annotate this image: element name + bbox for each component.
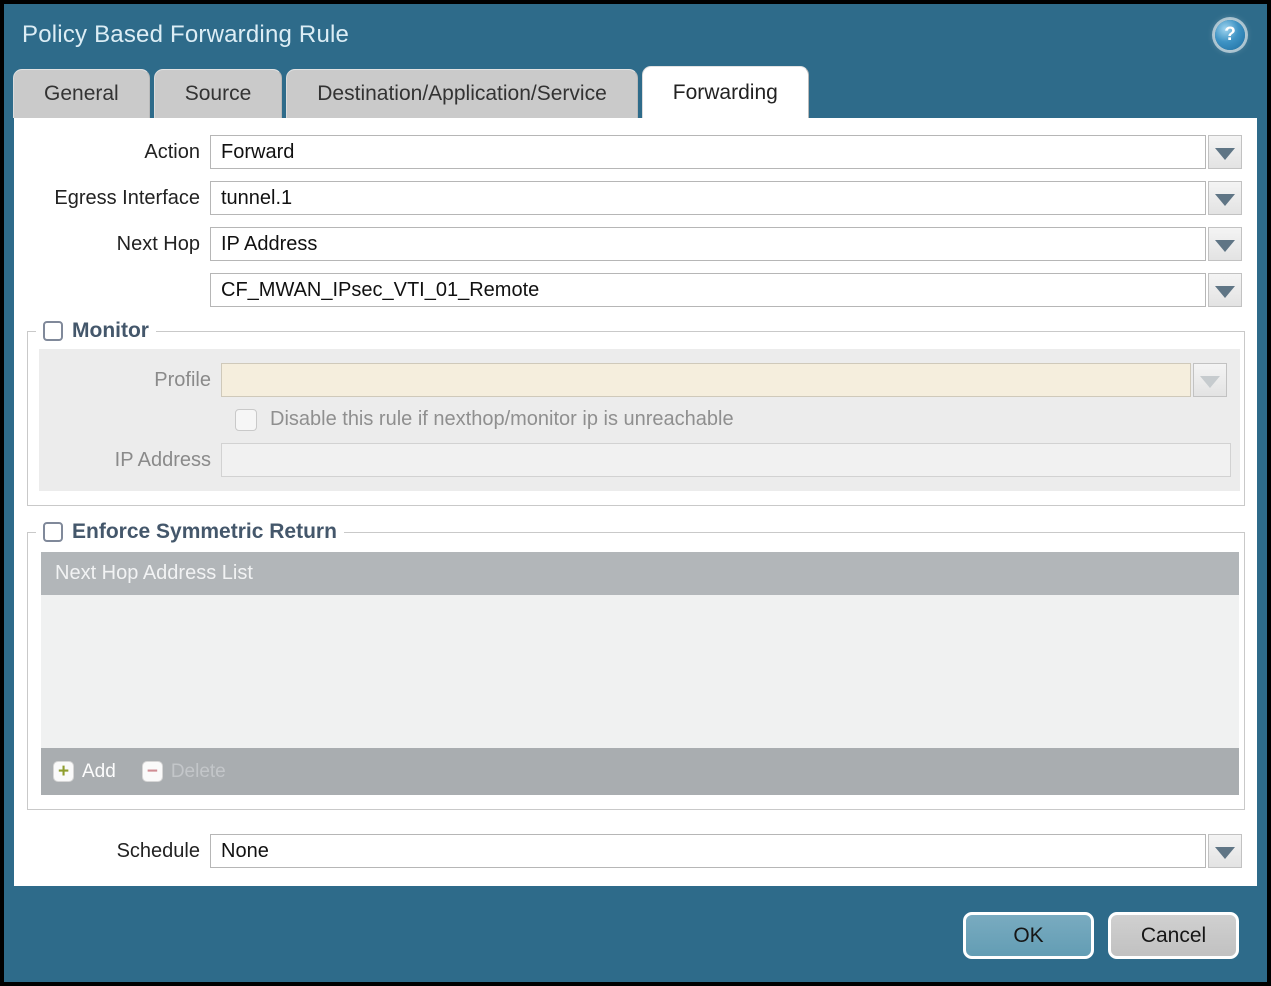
next-hop-address-row: CF_MWAN_IPsec_VTI_01_Remote xyxy=(14,273,1257,307)
tab-source[interactable]: Source xyxy=(153,69,283,118)
next-hop-row: Next Hop IP Address xyxy=(14,227,1257,261)
tab-forwarding[interactable]: Forwarding xyxy=(641,66,809,118)
symmetric-return-fieldset: Enforce Symmetric Return Next Hop Addres… xyxy=(27,520,1245,810)
add-button[interactable]: + Add xyxy=(53,761,116,783)
egress-interface-label: Egress Interface xyxy=(54,186,200,209)
schedule-select[interactable]: None xyxy=(210,834,1206,868)
delete-button-label: Delete xyxy=(170,760,226,782)
monitor-ip-address-label: IP Address xyxy=(114,448,211,471)
monitor-fieldset: Monitor Profile Disable this rule if nex… xyxy=(27,319,1245,506)
schedule-label: Schedule xyxy=(116,839,200,862)
egress-interface-row: Egress Interface tunnel.1 xyxy=(14,181,1257,215)
next-hop-address-dropdown-button[interactable] xyxy=(1208,273,1242,307)
cancel-button[interactable]: Cancel xyxy=(1108,912,1239,959)
help-icon[interactable]: ? xyxy=(1215,20,1245,50)
monitor-disabled-panel: Profile Disable this rule if nexthop/mon… xyxy=(39,349,1240,491)
dialog-footer: OK Cancel xyxy=(4,886,1267,982)
chevron-down-icon xyxy=(1215,846,1235,859)
next-hop-dropdown-button[interactable] xyxy=(1208,227,1242,261)
enforce-symmetric-return-checkbox[interactable] xyxy=(43,522,63,542)
disable-rule-label: Disable this rule if nexthop/monitor ip … xyxy=(270,408,734,430)
tab-bar: General Source Destination/Application/S… xyxy=(4,66,1267,118)
action-row: Action Forward xyxy=(14,135,1257,169)
next-hop-address-input[interactable]: CF_MWAN_IPsec_VTI_01_Remote xyxy=(210,273,1206,307)
next-hop-address-list-table: Next Hop Address List + Add − Delete xyxy=(41,552,1239,795)
schedule-dropdown-button[interactable] xyxy=(1208,834,1242,868)
chevron-down-icon xyxy=(1200,375,1220,388)
egress-interface-dropdown-button[interactable] xyxy=(1208,181,1242,215)
dialog-title: Policy Based Forwarding Rule xyxy=(22,21,350,48)
monitor-ip-address-row: IP Address xyxy=(39,443,1240,477)
tab-destination-application-service[interactable]: Destination/Application/Service xyxy=(286,69,638,118)
action-dropdown-button[interactable] xyxy=(1208,135,1242,169)
chevron-down-icon xyxy=(1215,193,1235,206)
chevron-down-icon xyxy=(1215,147,1235,160)
minus-icon: − xyxy=(141,761,163,782)
next-hop-type-select[interactable]: IP Address xyxy=(210,227,1206,261)
monitor-checkbox[interactable] xyxy=(43,321,63,341)
symmetric-return-legend: Enforce Symmetric Return xyxy=(36,520,344,544)
monitor-ip-address-input xyxy=(221,443,1231,477)
add-button-label: Add xyxy=(82,760,116,782)
next-hop-label: Next Hop xyxy=(116,232,200,255)
schedule-row: Schedule None xyxy=(14,834,1257,868)
egress-interface-select[interactable]: tunnel.1 xyxy=(210,181,1206,215)
monitor-legend-label: Monitor xyxy=(72,319,149,342)
action-label: Action xyxy=(144,140,200,163)
chevron-down-icon xyxy=(1215,239,1235,252)
tab-content-forwarding: Action Forward Egress Interface tunnel.1… xyxy=(14,118,1257,886)
delete-button: − Delete xyxy=(141,760,226,783)
screen: Policy Based Forwarding Rule ? General S… xyxy=(0,0,1271,986)
profile-row: Profile xyxy=(39,363,1240,397)
dialog-titlebar: Policy Based Forwarding Rule ? xyxy=(4,4,1267,66)
tab-general[interactable]: General xyxy=(13,69,150,118)
disable-rule-checkbox xyxy=(235,408,257,431)
profile-select xyxy=(221,363,1191,397)
action-select[interactable]: Forward xyxy=(210,135,1206,169)
profile-label: Profile xyxy=(154,368,211,391)
next-hop-address-list-body xyxy=(41,595,1239,748)
next-hop-address-list-toolbar: + Add − Delete xyxy=(41,748,1239,795)
ok-button[interactable]: OK xyxy=(963,912,1094,959)
profile-dropdown-button xyxy=(1193,363,1227,397)
chevron-down-icon xyxy=(1215,285,1235,298)
symmetric-return-legend-label: Enforce Symmetric Return xyxy=(72,520,337,543)
next-hop-address-list-header: Next Hop Address List xyxy=(41,552,1239,595)
plus-icon: + xyxy=(53,761,74,782)
pbf-rule-dialog: Policy Based Forwarding Rule ? General S… xyxy=(4,4,1267,982)
disable-rule-row: Disable this rule if nexthop/monitor ip … xyxy=(235,408,1240,431)
monitor-legend: Monitor xyxy=(36,319,156,343)
